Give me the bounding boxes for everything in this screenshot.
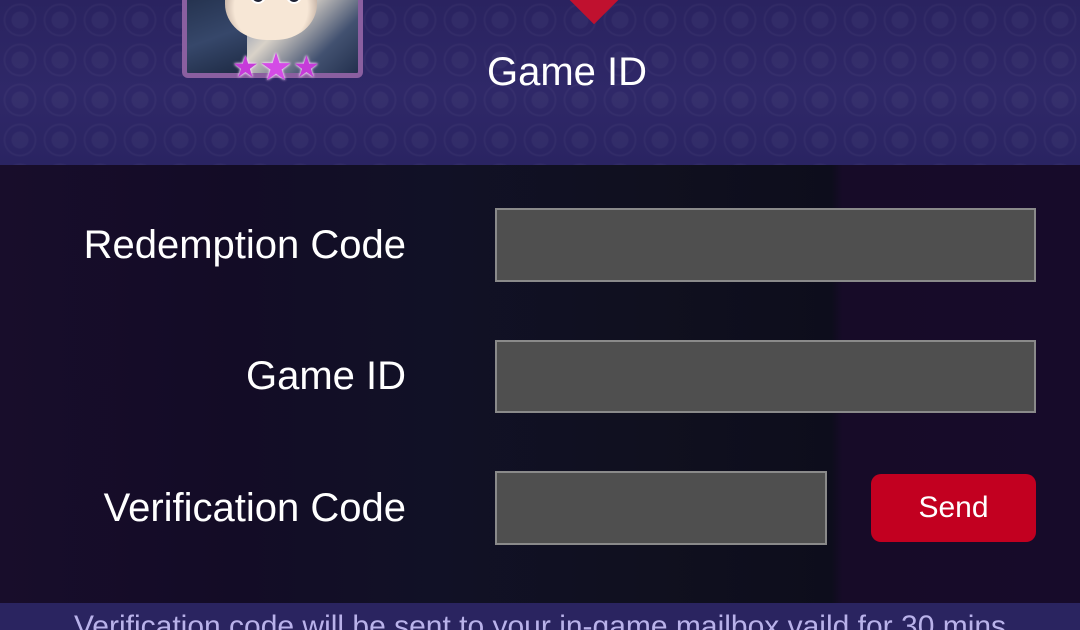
page-title: Game ID	[486, 50, 648, 94]
game-id-input[interactable]	[495, 340, 1036, 413]
verification-code-input[interactable]	[495, 471, 827, 545]
game-id-label: Game ID	[245, 354, 406, 398]
verification-code-label: Verification Code	[103, 486, 406, 530]
send-button[interactable]: Send	[871, 474, 1036, 542]
diamond-marker-icon	[565, 0, 623, 25]
avatar-eye	[285, 0, 303, 4]
avatar-eye	[249, 0, 267, 4]
redemption-code-input[interactable]	[495, 208, 1036, 282]
notice-bar: Verification code will be sent to your i…	[0, 603, 1080, 630]
notice-text: Verification code will be sent to your i…	[73, 610, 1007, 630]
redemption-code-label: Redemption Code	[83, 223, 406, 267]
header-banner: ★ ★ ★ Game ID	[0, 0, 1080, 165]
